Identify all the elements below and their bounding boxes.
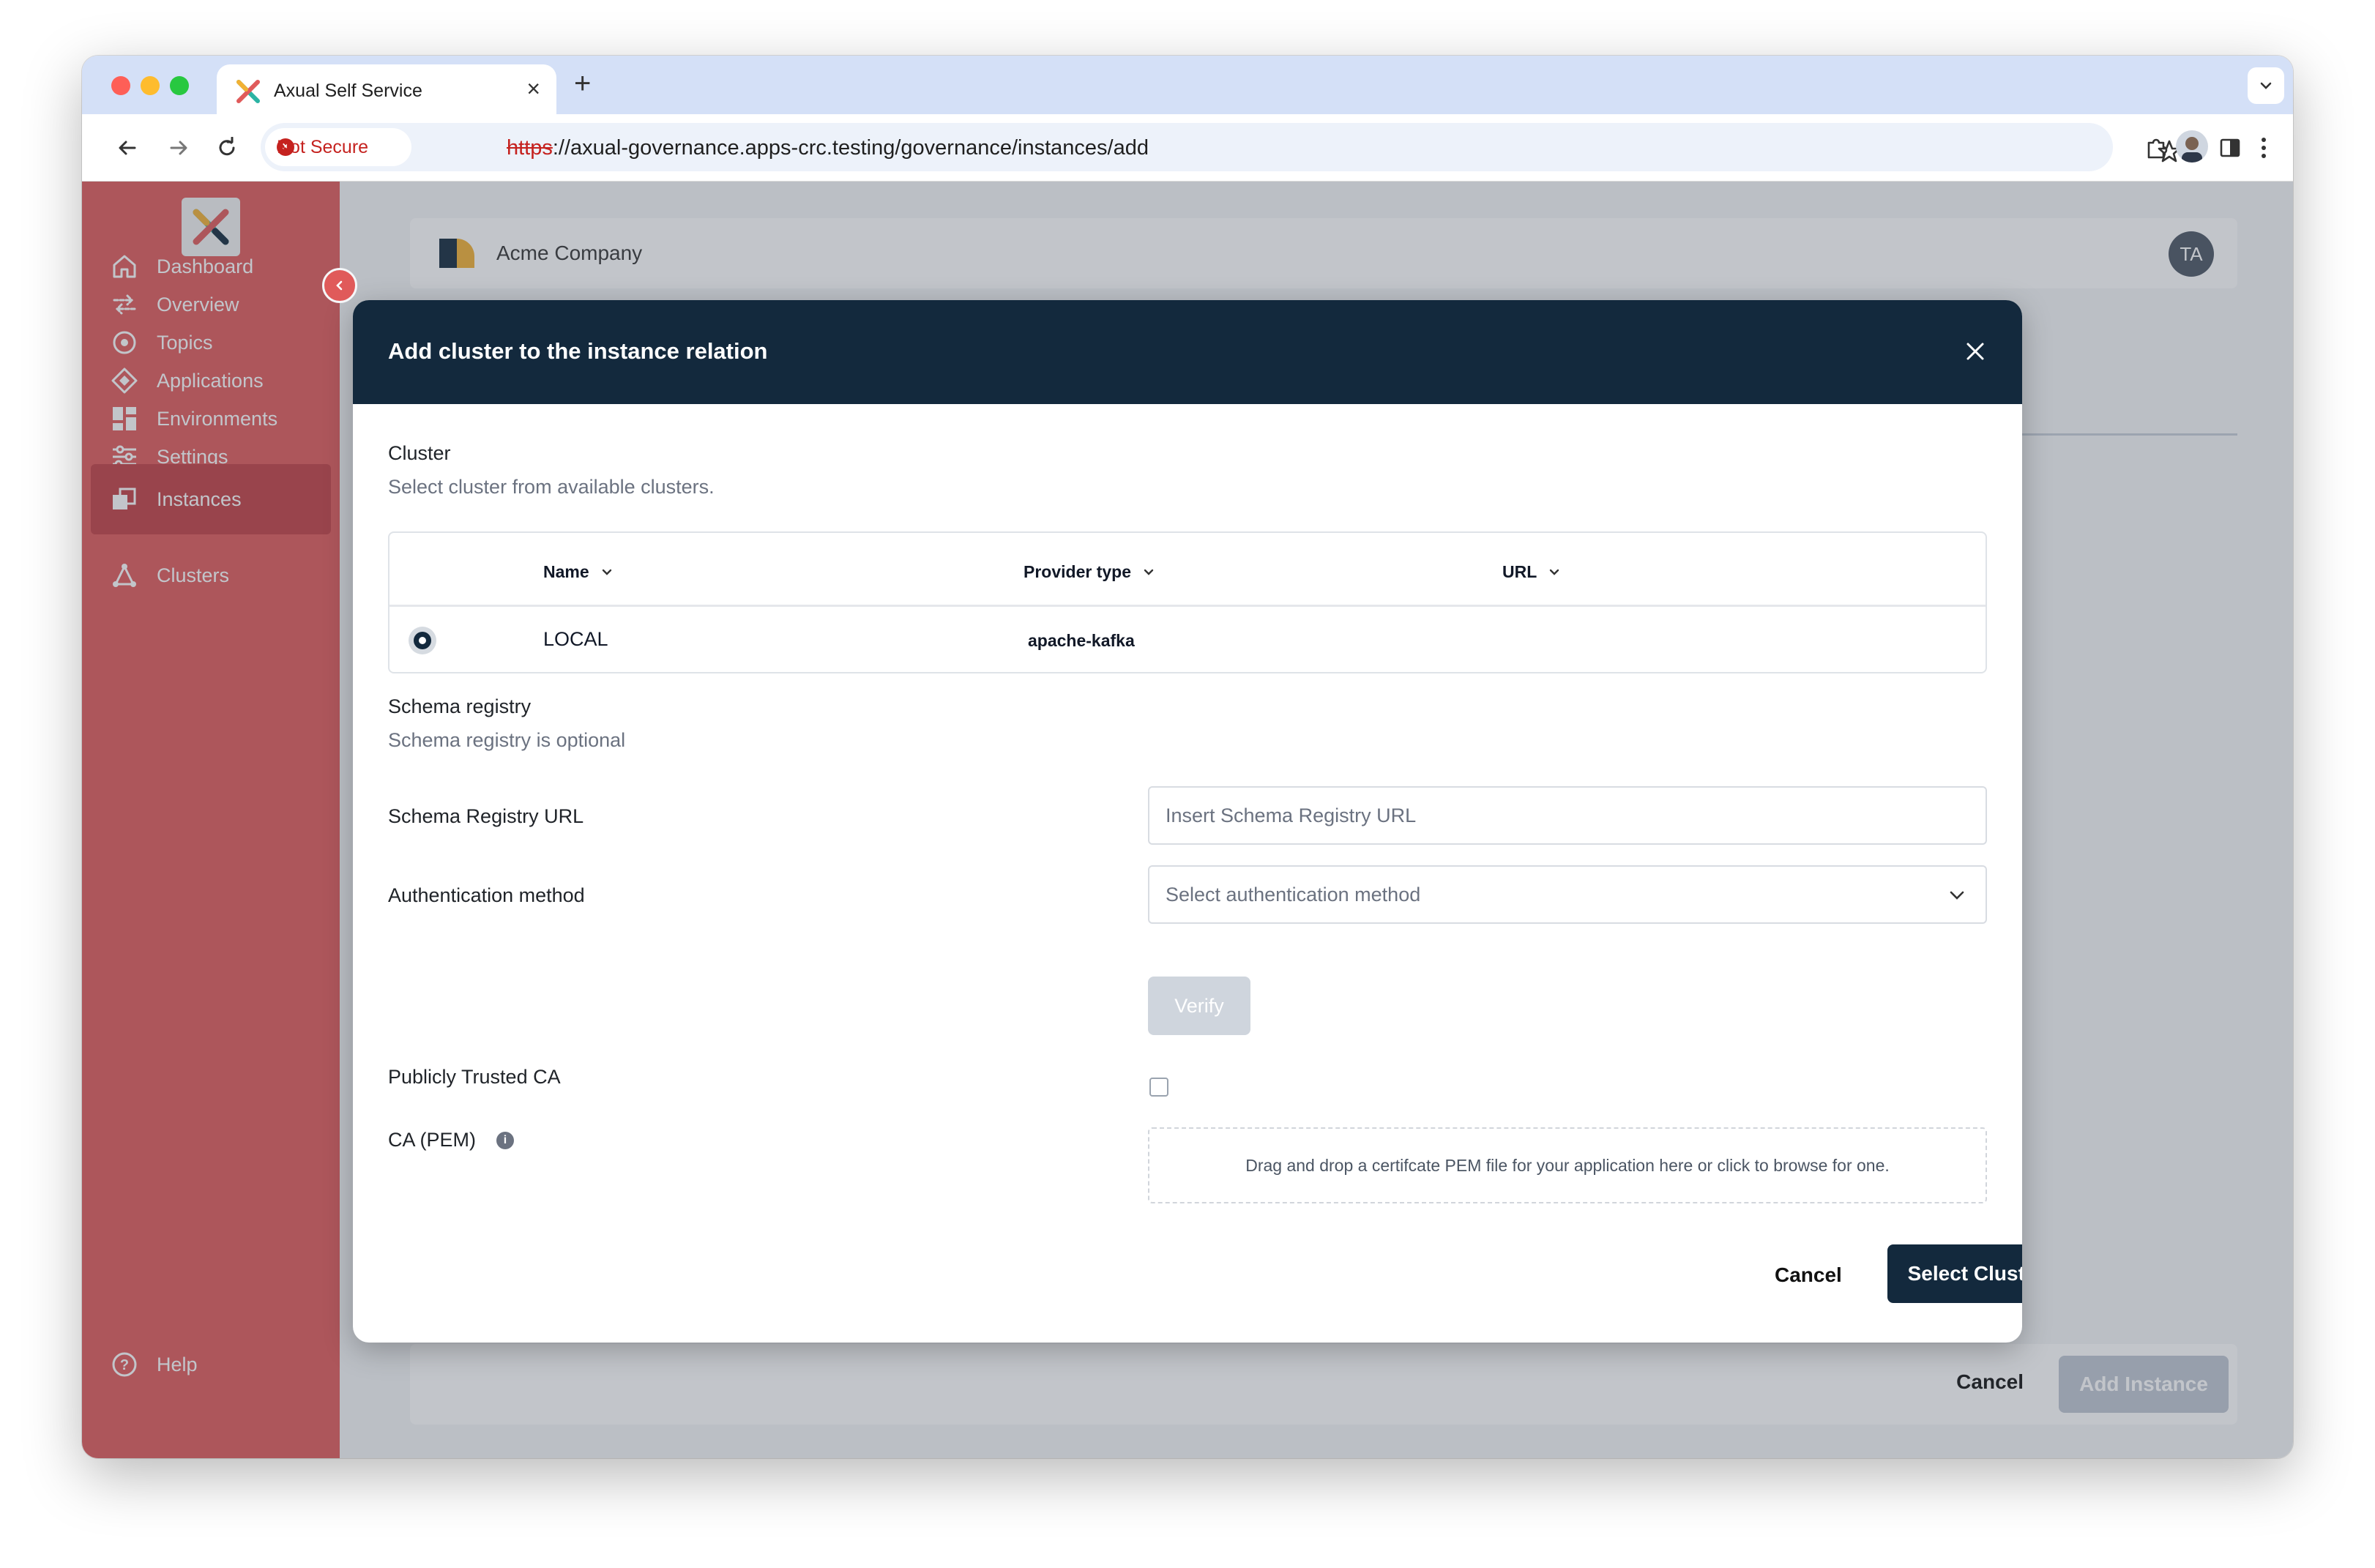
minimize-window-button[interactable] <box>141 76 160 95</box>
chevron-down-icon <box>2260 82 2272 89</box>
public-ca-checkbox[interactable] <box>1149 1078 1168 1097</box>
modal-cancel-button[interactable]: Cancel <box>1775 1263 1842 1287</box>
schema-registry-hint: Schema registry is optional <box>388 729 626 751</box>
puzzle-icon <box>2147 138 2168 159</box>
extensions-button[interactable] <box>2141 132 2173 164</box>
column-header-provider[interactable]: Provider type <box>1024 562 1155 582</box>
side-panel-icon <box>2220 138 2240 157</box>
column-header-name[interactable]: Name <box>543 562 613 582</box>
url-path: ://axual-governance.apps-crc.testing/gov… <box>552 136 1149 160</box>
reload-icon <box>219 137 235 156</box>
reload-button[interactable] <box>211 132 243 164</box>
tab-title: Axual Self Service <box>274 81 422 101</box>
schema-registry-url-input[interactable]: Insert Schema Registry URL <box>1148 786 1987 845</box>
public-ca-label: Publicly Trusted CA <box>388 1066 561 1088</box>
provider-type-cell: apache-kafka <box>1028 631 1135 650</box>
maximize-window-button[interactable] <box>170 76 189 95</box>
chevron-down-icon <box>1950 891 1964 900</box>
column-header-label: URL <box>1502 562 1537 581</box>
column-header-label: Name <box>543 562 589 581</box>
arrow-left-icon <box>119 141 136 155</box>
arrow-right-icon <box>170 141 187 155</box>
auth-method-placeholder: Select authentication method <box>1166 883 1421 906</box>
url-text[interactable]: https://axual-governance.apps-crc.testin… <box>507 136 1149 160</box>
close-window-button[interactable] <box>111 76 130 95</box>
tab-close-icon[interactable]: × <box>526 76 540 101</box>
table-header-divider <box>389 605 1986 607</box>
profile-icon <box>2182 137 2202 163</box>
cluster-table: Name Provider type URL LOCAL apache-kafk… <box>388 531 1987 673</box>
auth-method-select[interactable]: Select authentication method <box>1148 865 1987 924</box>
modal-header: Add cluster to the instance relation <box>353 300 2022 404</box>
auth-method-label: Authentication method <box>388 884 585 906</box>
close-icon <box>1966 343 1984 360</box>
browser-tab[interactable]: Axual Self Service × <box>217 64 556 114</box>
new-tab-button[interactable]: + <box>574 69 591 98</box>
chevron-down-icon <box>602 569 611 575</box>
browser-window: Axual Self Service × + × Not Secure http… <box>82 56 2293 1458</box>
browser-toolbar: × Not Secure https://axual-governance.ap… <box>82 114 2293 182</box>
axual-favicon-icon <box>236 80 260 103</box>
chevron-down-icon <box>1550 569 1559 575</box>
modal-title: Add cluster to the instance relation <box>388 338 768 364</box>
tab-strip: Axual Self Service × + <box>82 56 2293 114</box>
security-chip[interactable]: × Not Secure <box>265 128 411 166</box>
column-header-label: Provider type <box>1024 562 1131 581</box>
forward-button[interactable] <box>163 132 195 164</box>
ca-pem-label: CA (PEM) <box>388 1129 477 1151</box>
url-scheme: https <box>507 136 553 160</box>
profile-avatar[interactable] <box>2176 130 2208 163</box>
modal-close-button[interactable] <box>1961 337 1990 366</box>
verify-button[interactable]: Verify <box>1148 977 1250 1035</box>
cluster-radio-selected[interactable] <box>409 627 436 654</box>
back-button[interactable] <box>111 132 143 164</box>
cluster-label: Cluster <box>388 442 451 464</box>
schema-url-label: Schema Registry URL <box>388 805 584 827</box>
info-icon[interactable]: i <box>496 1132 514 1149</box>
more-vert-icon <box>2262 138 2266 158</box>
cluster-name-cell: LOCAL <box>543 628 608 650</box>
browser-menu-button[interactable] <box>2248 132 2280 164</box>
ca-pem-dropzone[interactable]: Drag and drop a certifcate PEM file for … <box>1148 1127 1987 1203</box>
security-label: Not Secure <box>277 136 369 157</box>
cluster-hint: Select cluster from available clusters. <box>388 476 715 498</box>
column-header-url[interactable]: URL <box>1502 562 1560 582</box>
chevron-down-icon <box>1144 569 1154 575</box>
address-bar[interactable]: × Not Secure https://axual-governance.ap… <box>261 123 2181 171</box>
chevron-left-icon <box>336 280 343 291</box>
select-cluster-button[interactable]: Select Cluster <box>1887 1244 2022 1303</box>
collapse-sidebar-button[interactable] <box>322 268 357 303</box>
tab-search-button[interactable] <box>2248 67 2284 104</box>
add-cluster-modal: Add cluster to the instance relation Clu… <box>353 300 2022 1343</box>
app-page: Dashboard Overview Topics Applications E… <box>82 182 2293 1458</box>
schema-registry-label: Schema registry <box>388 695 532 717</box>
side-panel-button[interactable] <box>2214 132 2246 164</box>
